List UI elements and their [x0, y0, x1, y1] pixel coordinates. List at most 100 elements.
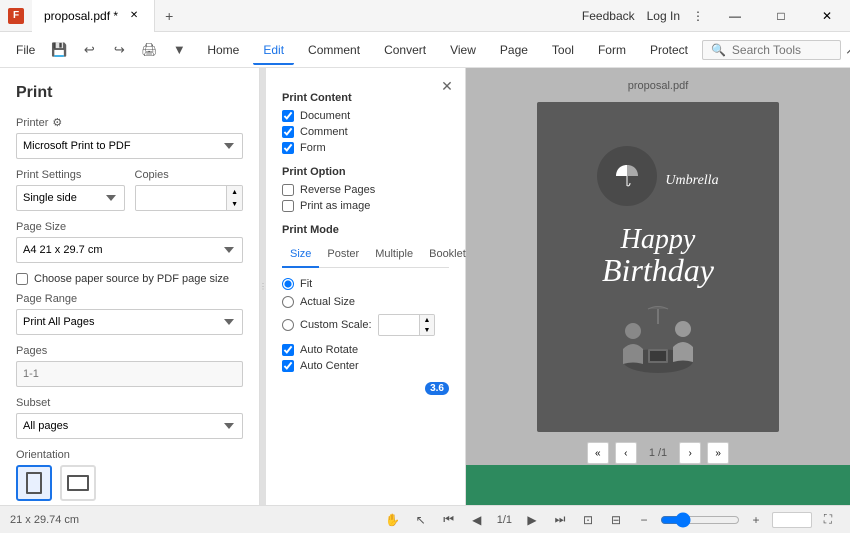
actual-size-radio[interactable]	[282, 296, 294, 308]
document-checkbox[interactable]	[282, 110, 294, 122]
umbrella-brand: Umbrella	[665, 173, 718, 189]
last-page-button[interactable]: »	[707, 442, 729, 464]
subset-select[interactable]: All pages	[16, 413, 243, 439]
feedback-link[interactable]: Feedback	[582, 9, 635, 23]
fit-page-icon[interactable]: ⊡	[576, 508, 600, 532]
menu-edit[interactable]: Edit	[253, 37, 294, 65]
close-panel-button[interactable]: ✕	[437, 76, 457, 96]
menu-page[interactable]: Page	[490, 37, 538, 63]
tab-close-icon[interactable]: ✕	[126, 8, 142, 24]
menu-home[interactable]: Home	[197, 37, 249, 63]
page-size-select[interactable]: A4 21 x 29.7 cm	[16, 237, 243, 263]
preview-card: Umbrella Happy Birthday	[537, 102, 779, 432]
copies-row: Copies 1 ▲ ▼	[135, 169, 244, 211]
next-page-button[interactable]: ›	[679, 442, 701, 464]
menu-convert[interactable]: Convert	[374, 37, 436, 63]
portrait-icon	[26, 472, 42, 494]
copies-down-button[interactable]: ▼	[227, 198, 242, 210]
tab-poster[interactable]: Poster	[319, 242, 367, 267]
undo-icon[interactable]: ↩	[75, 36, 103, 64]
hand-tool-icon[interactable]: ✋	[381, 508, 405, 532]
zoom-in-button[interactable]: +	[744, 508, 768, 532]
choose-paper-label: Choose paper source by PDF page size	[34, 273, 229, 285]
search-input[interactable]	[732, 43, 832, 57]
first-page-nav-icon[interactable]: ⏮	[437, 508, 461, 532]
preview-filename: proposal.pdf	[628, 80, 689, 92]
tab-size[interactable]: Size	[282, 242, 319, 268]
badge-area: 3.6	[282, 382, 449, 395]
orientation-row: Orientation	[16, 449, 243, 501]
tab-multiple[interactable]: Multiple	[367, 242, 421, 267]
scale-down-button[interactable]: ▼	[420, 325, 435, 335]
new-tab-button[interactable]: +	[155, 0, 183, 32]
zoom-out-button[interactable]: −	[632, 508, 656, 532]
comment-checkbox[interactable]	[282, 126, 294, 138]
print-title: Print	[16, 84, 243, 102]
save-icon[interactable]: 💾	[45, 36, 73, 64]
print-icon[interactable]: 🖨	[135, 36, 163, 64]
zoom-slider[interactable]	[660, 512, 740, 528]
settings-gear-icon[interactable]: ⚙	[52, 116, 62, 129]
print-as-image-checkbox[interactable]	[282, 200, 294, 212]
login-link[interactable]: Log In	[647, 9, 680, 23]
minimize-button[interactable]: —	[712, 0, 758, 32]
scale-up-button[interactable]: ▲	[420, 315, 435, 325]
auto-center-row: Auto Center	[282, 360, 449, 372]
menu-comment[interactable]: Comment	[298, 37, 370, 63]
toolbar-icons: File 💾 ↩ ↪ 🖨 ▼	[8, 36, 193, 64]
dropdown-icon[interactable]: ▼	[165, 36, 193, 64]
fit-radio[interactable]	[282, 278, 294, 290]
fullscreen-icon[interactable]: ⛶	[816, 508, 840, 532]
printer-select[interactable]: Microsoft Print to PDF	[16, 133, 243, 159]
external-link-icon[interactable]: ↗	[845, 36, 850, 64]
page-size-label: Page Size	[16, 221, 243, 233]
page-indicator: 1 /1	[643, 447, 673, 459]
choose-paper-checkbox[interactable]	[16, 273, 28, 285]
cursor-tool-icon[interactable]: ↖	[409, 508, 433, 532]
close-button[interactable]: ✕	[804, 0, 850, 32]
landscape-button[interactable]	[60, 465, 96, 501]
portrait-button[interactable]	[16, 465, 52, 501]
first-page-button[interactable]: «	[587, 442, 609, 464]
redo-icon[interactable]: ↪	[105, 36, 133, 64]
custom-scale-field[interactable]: 100	[379, 315, 419, 335]
menu-file[interactable]: File	[8, 39, 43, 61]
form-checkbox[interactable]	[282, 142, 294, 154]
options-panel: ✕ Print Content Document Comment Form Pr…	[266, 68, 466, 505]
last-page-nav-icon[interactable]: ⏭	[548, 508, 572, 532]
orientation-label: Orientation	[16, 449, 243, 461]
auto-rotate-row: Auto Rotate	[282, 344, 449, 356]
zoom-percent-display[interactable]: 100%	[772, 512, 812, 528]
menubar: File 💾 ↩ ↪ 🖨 ▼ Home Edit Comment Convert…	[0, 32, 850, 68]
umbrella-logo-area: Umbrella	[597, 146, 718, 216]
reverse-pages-checkbox[interactable]	[282, 184, 294, 196]
custom-scale-radio[interactable]	[282, 319, 294, 331]
version-badge: 3.6	[425, 382, 449, 395]
copies-field[interactable]: 1	[136, 186, 227, 210]
choose-paper-row: Choose paper source by PDF page size	[16, 273, 243, 285]
auto-rotate-label: Auto Rotate	[300, 344, 358, 356]
next-page-nav-icon[interactable]: ▶	[520, 508, 544, 532]
menu-protect[interactable]: Protect	[640, 37, 698, 63]
dimensions-display: 21 x 29.74 cm	[10, 514, 79, 526]
page-range-row: Page Range Print All Pages	[16, 293, 243, 335]
form-checkbox-row: Form	[282, 142, 449, 154]
auto-rotate-checkbox[interactable]	[282, 344, 294, 356]
search-tools-box[interactable]: 🔍	[702, 40, 841, 60]
menu-view[interactable]: View	[440, 37, 486, 63]
copies-up-button[interactable]: ▲	[227, 186, 242, 198]
prev-page-button[interactable]: ‹	[615, 442, 637, 464]
pages-field[interactable]	[16, 361, 243, 387]
print-settings-select[interactable]: Single side	[16, 185, 125, 211]
maximize-button[interactable]: □	[758, 0, 804, 32]
menu-dots-icon[interactable]: ⋮	[692, 9, 704, 23]
comment-checkbox-row: Comment	[282, 126, 449, 138]
page-range-select[interactable]: Print All Pages	[16, 309, 243, 335]
active-tab[interactable]: proposal.pdf * ✕	[32, 0, 155, 32]
tab-title: proposal.pdf *	[44, 9, 118, 23]
menu-form[interactable]: Form	[588, 37, 636, 63]
menu-tool[interactable]: Tool	[542, 37, 584, 63]
prev-page-nav-icon[interactable]: ◀	[465, 508, 489, 532]
auto-center-checkbox[interactable]	[282, 360, 294, 372]
fit-width-icon[interactable]: ⊟	[604, 508, 628, 532]
